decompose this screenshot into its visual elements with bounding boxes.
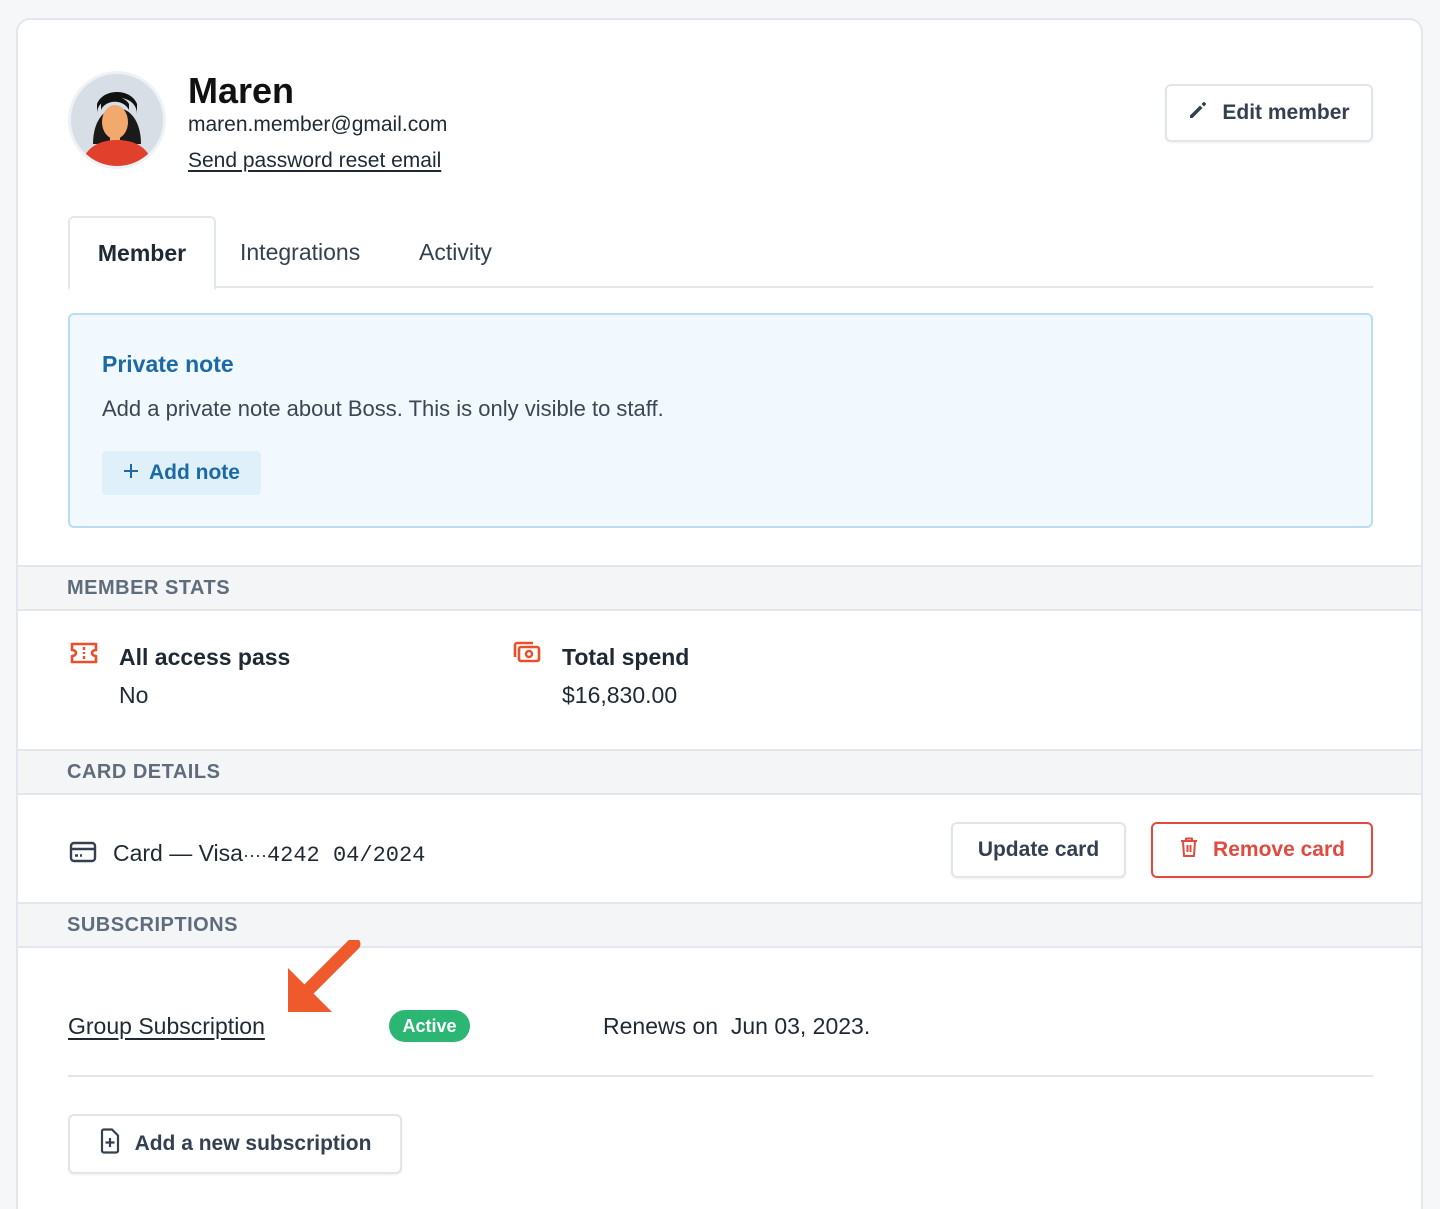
card-summary: Card — Visa ···· 4242 04/2024 xyxy=(113,840,425,868)
ticket-icon xyxy=(69,641,99,670)
money-icon xyxy=(512,640,542,671)
card-number-expiry: 4242 04/2024 xyxy=(266,843,426,868)
subscription-renewal-text: Renews on Jun 03, 2023. xyxy=(603,1013,871,1039)
card-mask-dots: ···· xyxy=(242,845,267,865)
card-details-header: CARD DETAILS xyxy=(18,749,1421,795)
remove-card-button[interactable]: Remove card xyxy=(1151,822,1373,878)
all-access-pass-value: No xyxy=(119,682,149,708)
total-spend-label: Total spend xyxy=(562,644,690,670)
edit-member-label: Edit member xyxy=(1222,101,1350,124)
subscriptions-header: SUBSCRIPTIONS xyxy=(18,902,1421,948)
card-brand-label: Card — Visa xyxy=(113,840,243,866)
tab-member[interactable]: Member xyxy=(68,216,216,290)
private-note-panel: Private note Add a private note about Bo… xyxy=(68,313,1373,528)
total-spend-value: $16,830.00 xyxy=(562,682,678,708)
tab-bar: Member Integrations Activity xyxy=(68,216,1373,290)
tab-activity[interactable]: Activity xyxy=(419,216,492,288)
pointer-arrow-icon xyxy=(286,937,361,1020)
private-note-text: Add a private note about Boss. This is o… xyxy=(102,396,664,421)
member-email: maren.member@gmail.com xyxy=(188,113,448,136)
edit-member-button[interactable]: Edit member xyxy=(1165,84,1373,142)
remove-card-label: Remove card xyxy=(1213,838,1345,861)
avatar xyxy=(71,74,163,166)
file-plus-icon xyxy=(99,1128,121,1160)
credit-card-icon xyxy=(69,841,97,868)
status-badge: Active xyxy=(389,1010,470,1042)
all-access-pass-label: All access pass xyxy=(119,644,291,670)
add-note-label: Add note xyxy=(149,461,240,484)
trash-icon xyxy=(1179,836,1199,864)
divider xyxy=(68,1075,1373,1077)
member-stats-header: MEMBER STATS xyxy=(18,565,1421,611)
plus-icon xyxy=(123,461,139,485)
member-name: Maren xyxy=(188,70,295,111)
update-card-button[interactable]: Update card xyxy=(951,822,1126,878)
send-password-reset-link[interactable]: Send password reset email xyxy=(188,149,441,173)
add-note-button[interactable]: Add note xyxy=(102,451,261,495)
pencil-icon xyxy=(1188,100,1208,126)
subscription-link[interactable]: Group Subscription xyxy=(68,1013,265,1040)
add-subscription-button[interactable]: Add a new subscription xyxy=(68,1114,402,1174)
private-note-title: Private note xyxy=(102,351,234,377)
add-subscription-label: Add a new subscription xyxy=(134,1132,372,1155)
tab-integrations[interactable]: Integrations xyxy=(240,216,360,288)
member-card: Maren maren.member@gmail.com Send passwo… xyxy=(16,18,1423,1209)
